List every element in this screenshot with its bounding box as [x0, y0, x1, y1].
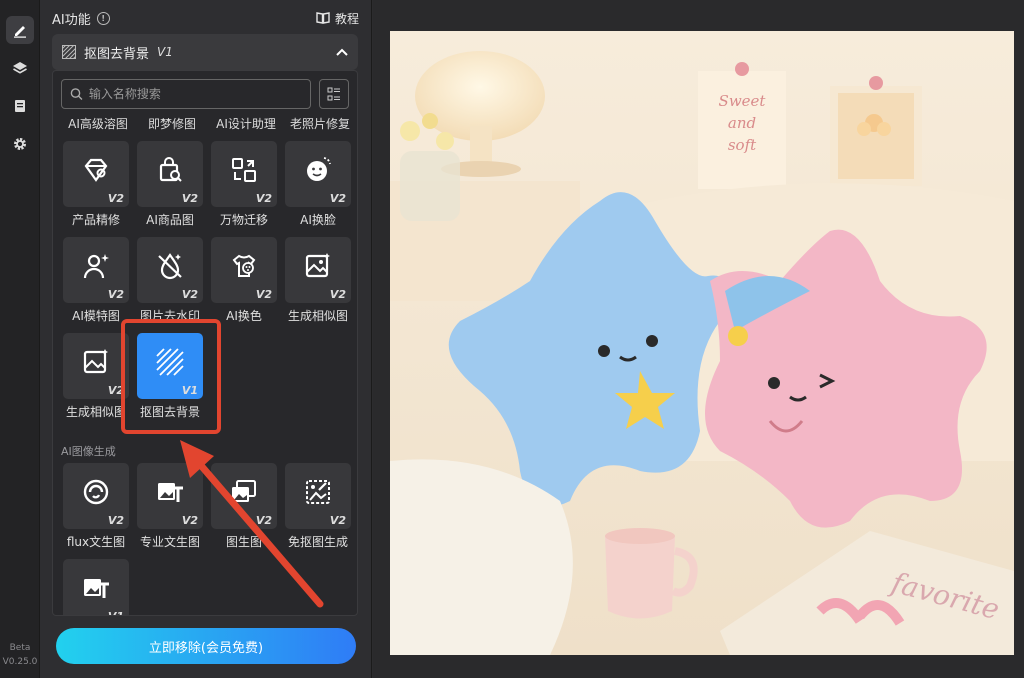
annotation-arrow — [180, 440, 324, 608]
